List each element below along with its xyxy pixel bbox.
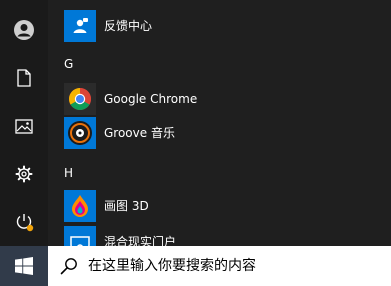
taskbar: 在这里输入你要搜索的内容 — [0, 246, 391, 286]
start-menu: 反馈中心 G Google Chrome Groove 音乐 H 画图 3D 混… — [0, 0, 391, 246]
app-label: Google Chrome — [104, 92, 198, 106]
chrome-icon — [69, 88, 91, 110]
app-tile — [64, 10, 96, 42]
group-header-g[interactable]: G — [64, 55, 73, 73]
app-list: 反馈中心 G Google Chrome Groove 音乐 H 画图 3D 混… — [48, 0, 391, 246]
app-label: 混合现实门户 — [104, 235, 177, 246]
mixed-reality-icon — [70, 236, 90, 246]
rail-user-account-button[interactable] — [0, 6, 48, 54]
paint-3d-icon — [72, 195, 88, 217]
group-header-h[interactable]: H — [64, 164, 73, 182]
app-tile — [64, 190, 96, 222]
groove-music-icon — [68, 121, 92, 145]
power-update-badge — [26, 224, 34, 232]
rail-settings-button[interactable] — [0, 150, 48, 198]
picture-icon — [15, 118, 33, 134]
search-placeholder: 在这里输入你要搜索的内容 — [88, 258, 256, 274]
start-menu-rail — [0, 0, 48, 246]
app-label: 画图 3D — [104, 199, 149, 213]
app-tile — [64, 83, 96, 115]
app-item-feedback-hub[interactable]: 反馈中心 — [48, 8, 391, 44]
app-label: Groove 音乐 — [104, 126, 175, 140]
search-icon — [60, 258, 77, 275]
feedback-hub-icon — [73, 18, 88, 33]
user-avatar-icon — [14, 20, 34, 40]
app-item-paint-3d[interactable]: 画图 3D — [48, 188, 391, 224]
power-icon — [16, 214, 34, 232]
rail-power-button[interactable] — [0, 198, 48, 246]
rail-pictures-button[interactable] — [0, 102, 48, 150]
search-box[interactable]: 在这里输入你要搜索的内容 — [48, 246, 391, 286]
gear-icon — [15, 165, 33, 183]
windows-logo-icon — [15, 257, 33, 275]
app-label: 反馈中心 — [104, 19, 153, 33]
app-tile — [64, 226, 96, 246]
app-item-google-chrome[interactable]: Google Chrome — [48, 81, 391, 117]
app-item-groove-music[interactable]: Groove 音乐 — [48, 115, 391, 151]
app-item-mixed-reality-portal[interactable]: 混合现实门户 — [48, 224, 391, 246]
rail-documents-button[interactable] — [0, 54, 48, 102]
app-tile — [64, 117, 96, 149]
document-icon — [17, 69, 31, 87]
start-button[interactable] — [0, 246, 48, 286]
